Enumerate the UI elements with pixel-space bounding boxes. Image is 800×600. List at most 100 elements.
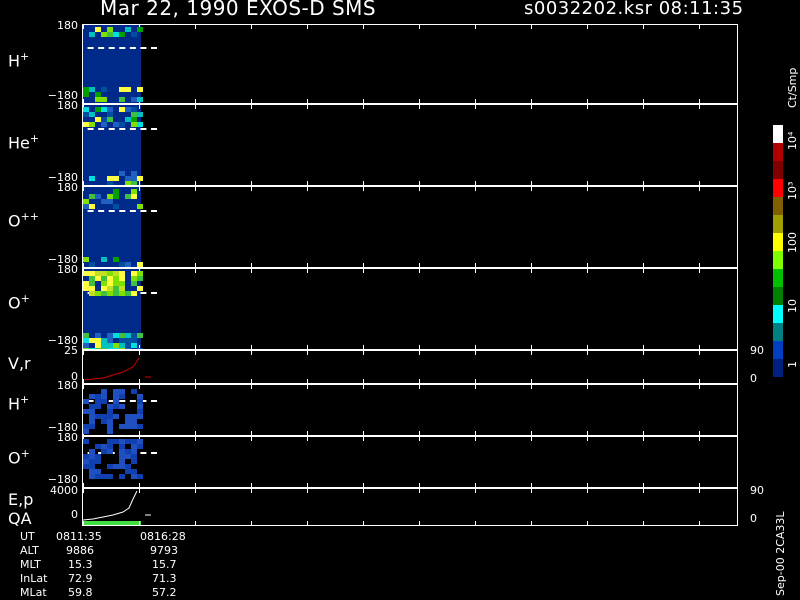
axis-tick	[139, 385, 140, 389]
spectrogram-cell	[131, 194, 137, 199]
axis-tick	[531, 105, 532, 109]
axis-tick	[643, 521, 644, 525]
axis-tick	[83, 187, 84, 191]
axis-tick	[699, 187, 700, 191]
axis-tick	[307, 99, 308, 103]
o-plus-plus-tick-top: 180	[57, 181, 78, 194]
spectrogram-cell	[137, 262, 143, 267]
panel-h-plus-2-label: H+	[8, 393, 30, 414]
axis-tick	[195, 431, 196, 435]
axis-tick	[83, 483, 84, 487]
axis-tick	[251, 269, 252, 273]
axis-tick	[587, 483, 588, 487]
spectrogram-cell	[95, 404, 101, 409]
h-plus-2-tick-top: 180	[57, 379, 78, 392]
axis-tick	[643, 181, 644, 185]
axis-tick	[475, 351, 476, 355]
axis-tick	[363, 105, 364, 109]
colorbar-label-1: 1	[786, 361, 799, 368]
axis-tick	[195, 483, 196, 487]
spectrogram-cell	[137, 97, 143, 102]
panel-ep-label-1: E,p	[8, 490, 34, 509]
axis-tick	[475, 437, 476, 441]
spectrogram-cell	[107, 449, 113, 454]
axis-tick	[475, 521, 476, 525]
spectrogram-cell	[107, 474, 113, 479]
axis-tick	[531, 431, 532, 435]
axis-tick	[363, 351, 364, 355]
axis-tick	[699, 263, 700, 267]
vr-rtick-top: 90	[750, 344, 764, 357]
panel-vr-label: V,r	[8, 354, 31, 373]
panel-o-plus-2	[82, 436, 738, 488]
axis-tick	[475, 25, 476, 29]
axis-tick	[307, 187, 308, 191]
panel-o-plus	[82, 268, 738, 350]
axis-tick	[587, 489, 588, 493]
axis-tick	[531, 345, 532, 349]
spectrogram-cell	[107, 429, 113, 434]
spectrogram-cell	[101, 97, 107, 102]
colorbar-segment	[773, 143, 783, 161]
spectrogram-cell	[89, 176, 95, 181]
axis-tick	[307, 263, 308, 267]
axis-tick	[139, 521, 140, 525]
axis-tick	[195, 99, 196, 103]
axis-tick	[419, 99, 420, 103]
axis-tick	[195, 181, 196, 185]
axis-tick	[643, 99, 644, 103]
axis-tick	[475, 269, 476, 273]
axis-tick	[83, 351, 84, 355]
spectrogram-cell	[119, 404, 125, 409]
info-value-1: 72.9	[68, 572, 93, 585]
axis-tick	[699, 521, 700, 525]
axis-tick	[587, 385, 588, 389]
ep-rtick-top: 90	[750, 484, 764, 497]
colorbar-segment	[773, 287, 783, 305]
zero-dashed-line	[83, 127, 157, 131]
colorbar-segment	[773, 269, 783, 287]
axis-tick	[475, 379, 476, 383]
qa-bar	[83, 521, 141, 525]
axis-tick	[531, 263, 532, 267]
axis-tick	[139, 379, 140, 383]
axis-tick	[251, 263, 252, 267]
axis-tick	[475, 489, 476, 493]
axis-tick	[643, 489, 644, 493]
axis-tick	[139, 483, 140, 487]
spectrogram-cell	[89, 122, 95, 127]
axis-tick	[363, 483, 364, 487]
panel-o-plus-label: O+	[8, 292, 30, 313]
axis-tick	[251, 431, 252, 435]
ep-tick-top: 4000	[50, 484, 78, 497]
axis-tick	[531, 269, 532, 273]
spectrogram-cell	[113, 194, 119, 199]
spectrogram-cell	[83, 92, 89, 97]
axis-tick	[363, 489, 364, 493]
axis-tick	[195, 351, 196, 355]
colorbar-segment	[773, 323, 783, 341]
colorbar	[773, 125, 783, 377]
axis-tick	[251, 351, 252, 355]
axis-tick	[419, 345, 420, 349]
spectrogram-cell	[137, 87, 143, 92]
axis-tick	[419, 105, 420, 109]
axis-tick	[643, 269, 644, 273]
panel-h-plus-label: H+	[8, 50, 30, 71]
spectrogram-cell	[137, 204, 143, 209]
axis-tick	[83, 489, 84, 493]
spectrogram-cell	[137, 333, 143, 338]
axis-tick	[363, 437, 364, 441]
axis-tick	[699, 99, 700, 103]
axis-tick	[307, 345, 308, 349]
info-value-1: 15.3	[68, 558, 93, 571]
axis-tick	[699, 489, 700, 493]
axis-tick	[83, 99, 84, 103]
axis-tick	[195, 437, 196, 441]
axis-tick	[419, 483, 420, 487]
axis-tick	[475, 99, 476, 103]
axis-tick	[475, 181, 476, 185]
axis-tick	[531, 483, 532, 487]
spectrogram-cell	[101, 122, 107, 127]
axis-tick	[195, 105, 196, 109]
